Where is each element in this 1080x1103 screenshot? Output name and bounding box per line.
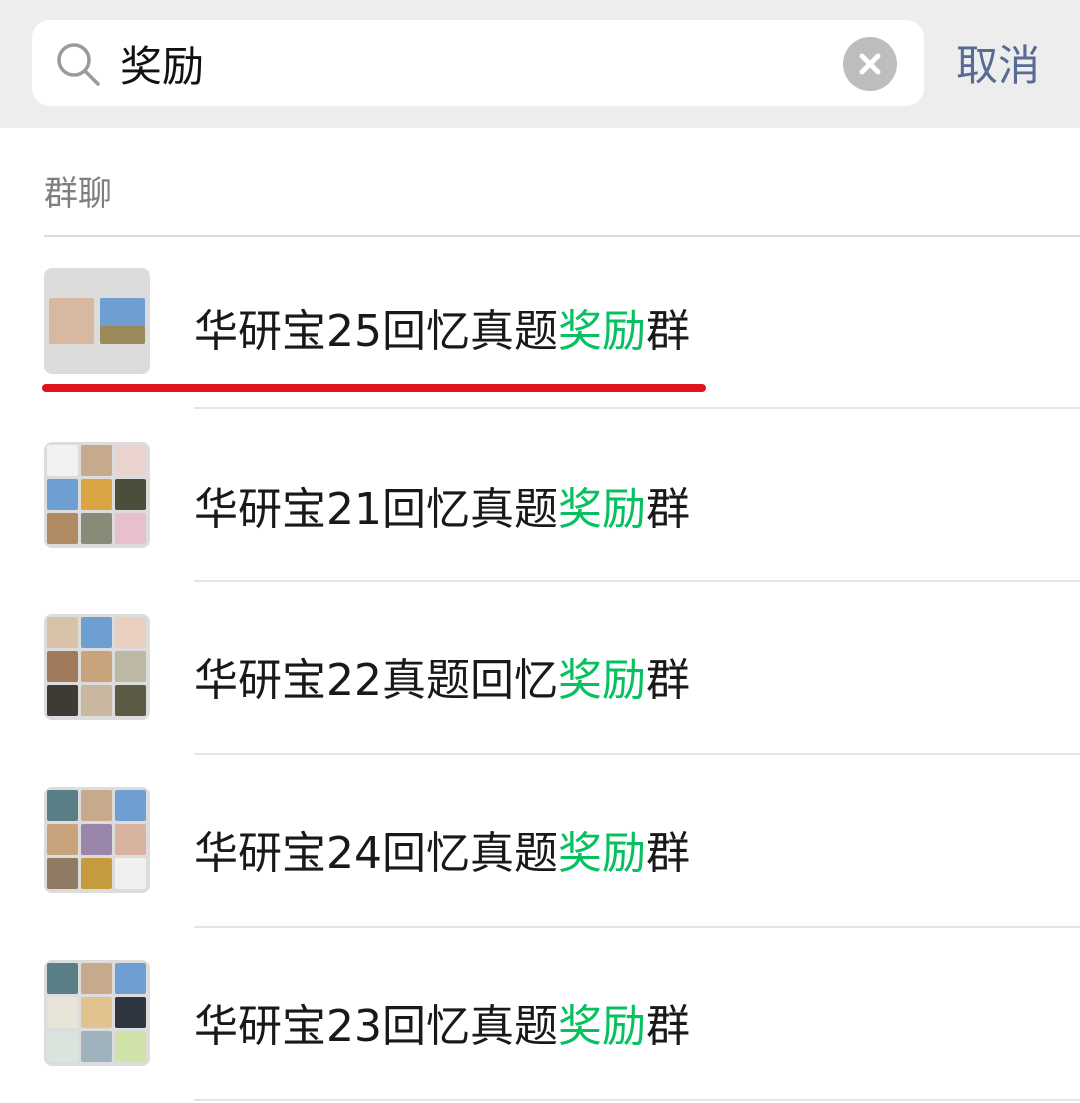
result-title-suffix: 群 [646,828,690,879]
result-title: 华研宝23回忆真题奖励群 [194,990,690,1054]
result-title-highlight: 奖励 [558,655,646,706]
result-row[interactable]: 华研宝22真题回忆奖励群 [0,582,1080,754]
search-bar: 取消 [0,0,1080,128]
result-title: 华研宝22真题回忆奖励群 [194,644,690,708]
result-title: 华研宝24回忆真题奖励群 [194,817,690,881]
group-avatar [44,442,150,548]
result-title-text: 华研宝23回忆真题 [194,1001,558,1052]
result-title-suffix: 群 [646,306,690,357]
result-title-text: 华研宝25回忆真题 [194,306,558,357]
result-title-suffix: 群 [646,1001,690,1052]
close-icon [859,53,881,75]
group-avatar [44,787,150,893]
result-title-highlight: 奖励 [558,1001,646,1052]
result-row[interactable]: 华研宝23回忆真题奖励群 [0,928,1080,1100]
group-avatar [44,960,150,1066]
search-icon [57,43,100,86]
result-title-text: 华研宝22真题回忆 [194,655,558,706]
result-row[interactable]: 华研宝24回忆真题奖励群 [0,755,1080,927]
row-divider [194,1099,1080,1101]
section-title-group-chats: 群聊 [44,174,112,214]
clear-search-button[interactable] [843,37,897,91]
result-title-suffix: 群 [646,484,690,535]
annotation-underline [42,384,706,392]
result-title: 华研宝25回忆真题奖励群 [194,295,690,359]
result-title-text: 华研宝21回忆真题 [194,484,558,535]
result-title: 华研宝21回忆真题奖励群 [194,473,690,537]
group-avatar [44,614,150,720]
search-input[interactable] [120,20,840,106]
result-row[interactable]: 华研宝21回忆真题奖励群 [0,409,1080,581]
search-box[interactable] [32,20,924,106]
result-title-highlight: 奖励 [558,828,646,879]
result-title-highlight: 奖励 [558,484,646,535]
cancel-button[interactable]: 取消 [956,38,1040,94]
result-title-suffix: 群 [646,655,690,706]
group-avatar [44,268,150,374]
result-title-highlight: 奖励 [558,306,646,357]
result-title-text: 华研宝24回忆真题 [194,828,558,879]
